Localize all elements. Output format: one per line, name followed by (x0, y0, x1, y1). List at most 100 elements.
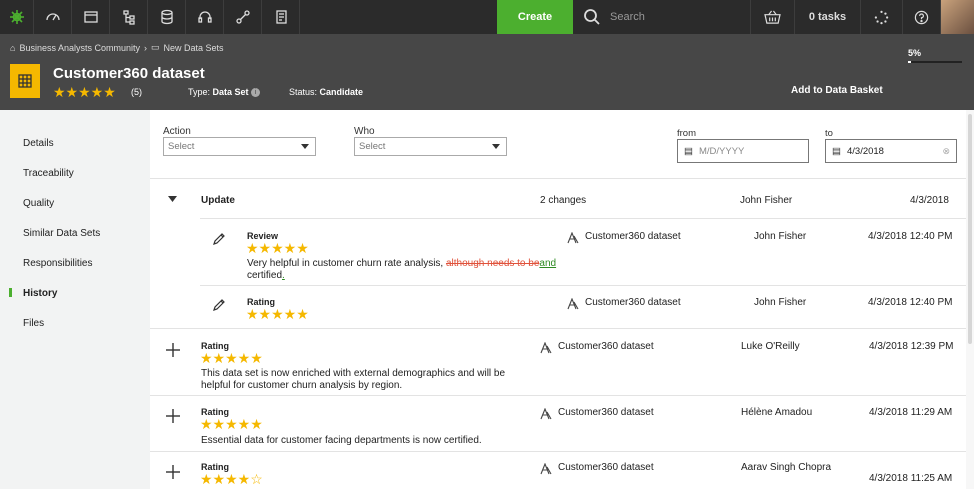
review-text-unchanged: Very helpful in customer churn rate anal… (247, 258, 446, 269)
breadcrumb-separator-icon: › (143, 42, 147, 53)
activity-spinner-icon[interactable] (860, 0, 902, 34)
calendar-icon: ▤ (832, 145, 841, 157)
row-user[interactable]: Hélène Amadou (741, 407, 812, 418)
who-filter-label: Who (354, 126, 375, 137)
row-asset[interactable]: Customer360 dataset (558, 341, 654, 352)
sidebar-item-similar-data-sets[interactable]: Similar Data Sets (23, 228, 100, 239)
rating-count: (5) (131, 87, 142, 97)
collapse-triangle-icon[interactable] (168, 196, 177, 203)
row-date: 4/3/2018 11:25 AM (869, 473, 953, 484)
group-user[interactable]: John Fisher (740, 195, 792, 206)
create-button[interactable]: Create (497, 0, 573, 34)
expand-plus-icon[interactable] (166, 465, 180, 479)
row-date: 4/3/2018 11:29 AM (869, 407, 953, 418)
progress-bar (908, 61, 962, 63)
from-date-field[interactable]: ▤ M/D/YYYY (677, 139, 809, 163)
row-user[interactable]: Luke O'Reilly (741, 341, 800, 352)
sidebar-item-files[interactable]: Files (23, 318, 44, 329)
data-basket-icon[interactable] (750, 0, 794, 34)
status-field: Status: Candidate (289, 87, 363, 97)
who-select[interactable]: Select (354, 137, 507, 156)
sidebar-item-traceability[interactable]: Traceability (23, 168, 74, 179)
breadcrumb-domain[interactable]: New Data Sets (164, 43, 224, 53)
folder-icon[interactable] (72, 0, 110, 34)
asset-icon (567, 232, 579, 244)
to-date-value: 4/3/2018 (846, 145, 884, 157)
search-box[interactable] (578, 0, 738, 34)
asset-icon (540, 342, 552, 354)
review-text-line2: certified. (247, 270, 285, 281)
progress-percent: 5% (908, 48, 922, 58)
row-asset[interactable]: Customer360 dataset (558, 407, 654, 418)
header-rating-stars[interactable]: ★★★★★ (53, 84, 116, 101)
from-date-label: from (677, 128, 696, 139)
row-divider (150, 451, 966, 452)
row-date: 4/3/2018 12:39 PM (869, 341, 954, 352)
rating-asset[interactable]: Customer360 dataset (585, 297, 681, 308)
rating-user[interactable]: John Fisher (754, 297, 806, 308)
asset-header: ⌂ Business Analysts Community › ▭ New Da… (0, 34, 974, 110)
type-field: Type: Data Set i (188, 87, 261, 98)
dashboard-icon[interactable] (34, 0, 72, 34)
row-user[interactable]: Aarav Singh Chopra (741, 462, 831, 473)
info-icon[interactable]: i (251, 88, 261, 98)
reports-icon[interactable] (262, 0, 300, 34)
row-stars: ★★★★★ (200, 416, 263, 432)
action-select[interactable]: Select (163, 137, 316, 156)
row-divider (200, 218, 966, 219)
search-icon (584, 9, 600, 25)
lineage-icon[interactable] (224, 0, 262, 34)
row-text-line2: helpful for customer churn analysis by r… (201, 380, 403, 391)
status-label: Status: (289, 87, 318, 97)
row-divider (200, 285, 966, 286)
row-stars: ★★★★★ (200, 350, 263, 366)
row-asset[interactable]: Customer360 dataset (558, 462, 654, 473)
review-stars: ★★★★★ (246, 240, 309, 256)
sidebar-item-details[interactable]: Details (23, 138, 54, 149)
sidebar: Details Traceability Quality Similar Dat… (0, 110, 150, 489)
add-to-data-basket-button[interactable]: Add to Data Basket (791, 85, 883, 96)
data-set-icon (10, 64, 40, 98)
filter-divider (150, 178, 966, 179)
group-changes: 2 changes (540, 195, 587, 206)
rating-date: 4/3/2018 12:40 PM (868, 297, 953, 308)
search-input[interactable] (610, 11, 730, 23)
edit-pencil-icon (213, 299, 225, 311)
review-text-certified: certified (247, 270, 283, 281)
sidebar-item-quality[interactable]: Quality (23, 198, 54, 209)
review-user[interactable]: John Fisher (754, 231, 806, 242)
community-icon: ⌂ (10, 42, 16, 53)
to-date-field[interactable]: ▤ 4/3/2018 ⊗ (825, 139, 957, 163)
sidebar-item-history[interactable]: History (23, 288, 57, 299)
help-icon[interactable] (902, 0, 940, 34)
app-logo-icon[interactable] (0, 0, 34, 34)
type-label: Type: (188, 87, 211, 97)
headset-icon[interactable] (186, 0, 224, 34)
top-navigation-bar: Create 0 tasks (0, 0, 974, 34)
breadcrumb: ⌂ Business Analysts Community › ▭ New Da… (10, 42, 224, 53)
calendar-icon: ▤ (684, 145, 693, 157)
scrollbar-thumb[interactable] (968, 114, 972, 344)
hierarchy-icon[interactable] (110, 0, 148, 34)
row-divider (150, 395, 966, 396)
review-asset[interactable]: Customer360 dataset (585, 231, 681, 242)
sidebar-item-responsibilities[interactable]: Responsibilities (23, 258, 92, 269)
scrollbar[interactable] (966, 110, 974, 489)
breadcrumb-community[interactable]: Business Analysts Community (19, 43, 140, 53)
expand-plus-icon[interactable] (166, 409, 180, 423)
user-avatar[interactable] (940, 0, 974, 34)
group-date: 4/3/2018 (910, 195, 949, 206)
tasks-button[interactable]: 0 tasks (794, 0, 860, 34)
asset-icon (540, 408, 552, 420)
progress-fill (908, 61, 911, 63)
rating-stars: ★★★★★ (246, 306, 309, 322)
review-date: 4/3/2018 12:40 PM (868, 231, 953, 242)
clear-date-icon[interactable]: ⊗ (942, 146, 950, 157)
domain-icon: ▭ (150, 42, 160, 52)
active-item-marker (9, 288, 12, 297)
page-title: Customer360 dataset (53, 65, 205, 82)
who-select-value: Select (359, 141, 386, 152)
database-icon[interactable] (148, 0, 186, 34)
expand-plus-icon[interactable] (166, 343, 180, 357)
status-value: Candidate (319, 87, 364, 97)
